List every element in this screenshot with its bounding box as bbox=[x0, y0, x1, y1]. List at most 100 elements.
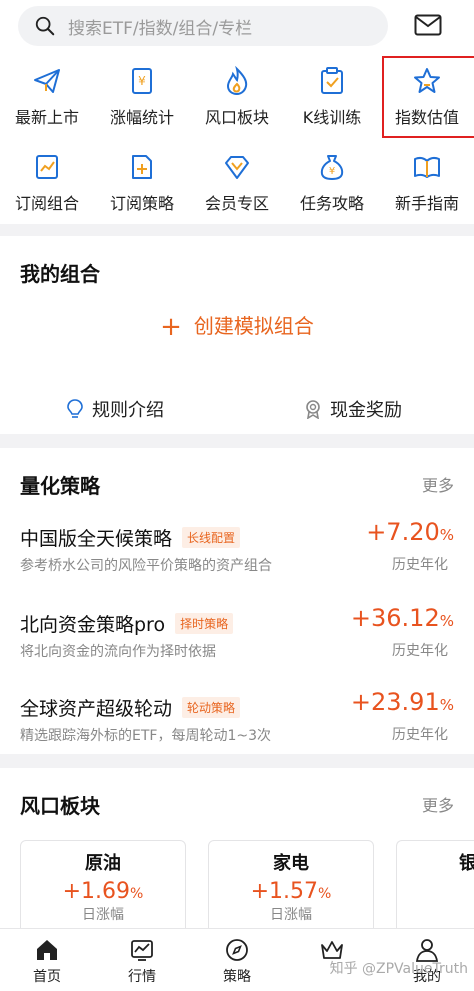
sector-change: +1.69% bbox=[21, 879, 185, 904]
compass-icon bbox=[226, 939, 248, 961]
watermark-text: 知乎 @ZPValueTruth bbox=[329, 961, 468, 977]
sector-card[interactable]: 银 bbox=[396, 840, 474, 940]
strategy-row[interactable]: 全球资产超级轮动 轮动策略 精选跟踪海外标的ETF，每周轮动1~3次 +23.91… bbox=[0, 688, 474, 774]
home-icon bbox=[37, 940, 57, 960]
strategy-name-text: 北向资金策略pro bbox=[20, 614, 166, 636]
strategy-name-text: 中国版全天候策略 bbox=[20, 528, 173, 550]
strategy-row[interactable]: 北向资金策略pro 择时策略 将北向资金的流向作为择时依据 +36.12% 历史年… bbox=[0, 604, 474, 690]
strategy-desc: 将北向资金的流向作为择时依据 bbox=[20, 644, 216, 660]
grid-item-label: K线训练 bbox=[302, 108, 362, 127]
strategy-return: +7.20% bbox=[366, 518, 454, 546]
grid-item-task-guide[interactable]: ¥ 任务攻略 bbox=[285, 138, 379, 222]
grid-item-label: 订阅组合 bbox=[14, 194, 79, 213]
percent-unit: % bbox=[439, 612, 454, 630]
sector-change: +1.57% bbox=[209, 879, 373, 904]
section-title: 量化策略 bbox=[20, 474, 100, 498]
search-input[interactable]: 搜索ETF/指数/组合/专栏 bbox=[18, 6, 388, 46]
grid-item-subscribe-portfolio[interactable]: 订阅组合 bbox=[0, 138, 94, 222]
grid-item-label: 任务攻略 bbox=[299, 194, 364, 213]
sector-card[interactable]: 家电 +1.57% 日涨幅 bbox=[208, 840, 374, 940]
cash-reward-link[interactable]: 现金奖励 bbox=[304, 396, 402, 422]
nav-market[interactable]: 行情 bbox=[95, 929, 189, 991]
sector-change-value: +1.69 bbox=[62, 879, 131, 904]
nav-label: 首页 bbox=[33, 969, 61, 985]
sectors-more-link[interactable]: 更多 bbox=[422, 792, 454, 816]
strategy-return-label: 历史年化 bbox=[392, 557, 448, 573]
strategy-tag: 长线配置 bbox=[182, 527, 241, 548]
star-icon bbox=[414, 68, 440, 93]
grid-item-index-valuation[interactable]: 指数估值 bbox=[380, 52, 474, 138]
section-title: 风口板块 bbox=[20, 794, 100, 818]
create-portfolio-label: 创建模拟组合 bbox=[193, 314, 314, 338]
grid-item-label: 指数估值 bbox=[394, 108, 459, 127]
strategy-return-value: +7.20 bbox=[366, 518, 440, 546]
strategy-return-value: +23.91 bbox=[350, 688, 440, 716]
grid-item-label: 风口板块 bbox=[204, 108, 269, 127]
sector-name: 家电 bbox=[273, 853, 309, 874]
grid-item-beginner-guide[interactable]: 新手指南 bbox=[380, 138, 474, 222]
grid-item-kline-training[interactable]: K线训练 bbox=[285, 52, 379, 136]
strategy-return-label: 历史年化 bbox=[392, 727, 448, 743]
strategy-name: 北向资金策略pro 择时策略 bbox=[20, 610, 234, 637]
sector-change-label: 日涨幅 bbox=[270, 907, 312, 923]
lightbulb-icon bbox=[67, 399, 83, 418]
nav-strategy[interactable]: 策略 bbox=[190, 929, 284, 991]
strategy-name: 全球资产超级轮动 轮动策略 bbox=[20, 694, 241, 721]
percent-unit: % bbox=[130, 886, 144, 902]
yen-document-icon: ¥ bbox=[132, 68, 152, 94]
paper-plane-icon bbox=[34, 69, 60, 93]
strategy-desc: 精选跟踪海外标的ETF，每周轮动1~3次 bbox=[20, 728, 271, 744]
nav-label: 行情 bbox=[128, 969, 156, 985]
search-placeholder: 搜索ETF/指数/组合/专栏 bbox=[68, 18, 253, 39]
medal-icon bbox=[306, 400, 320, 419]
diamond-icon bbox=[225, 156, 249, 179]
grid-item-gain-stats[interactable]: ¥ 涨幅统计 bbox=[95, 52, 189, 136]
nav-label: 策略 bbox=[223, 969, 251, 985]
check-document-icon bbox=[321, 67, 343, 94]
strategy-name: 中国版全天候策略 长线配置 bbox=[20, 524, 241, 551]
search-icon bbox=[35, 16, 55, 36]
section-title: 我的组合 bbox=[20, 262, 100, 286]
flame-icon bbox=[226, 66, 248, 96]
rules-label: 规则介绍 bbox=[92, 400, 164, 421]
quant-more-link[interactable]: 更多 bbox=[422, 472, 454, 496]
rules-link[interactable]: 规则介绍 bbox=[66, 396, 164, 422]
grid-item-new-listings[interactable]: 最新上市 bbox=[0, 52, 94, 136]
strategy-row[interactable]: 中国版全天候策略 长线配置 参考桥水公司的风险平价策略的资产组合 +7.20% 历… bbox=[0, 518, 474, 604]
grid-item-label: 订阅策略 bbox=[109, 194, 174, 213]
add-document-icon bbox=[132, 155, 152, 179]
percent-unit: % bbox=[439, 696, 454, 714]
open-book-icon bbox=[414, 156, 440, 178]
grid-item-label: 涨幅统计 bbox=[109, 108, 174, 127]
top-bar: 搜索ETF/指数/组合/专栏 bbox=[0, 0, 474, 52]
sector-change-label: 日涨幅 bbox=[82, 907, 124, 923]
sector-card[interactable]: 原油 +1.69% 日涨幅 bbox=[20, 840, 186, 940]
hot-sectors-section: 风口板块 更多 原油 +1.69% 日涨幅 家电 +1.57% 日涨幅 银 bbox=[0, 768, 474, 940]
mail-icon[interactable] bbox=[414, 14, 442, 36]
nav-home[interactable]: 首页 bbox=[0, 929, 94, 991]
grid-item-label: 最新上市 bbox=[14, 108, 79, 127]
plus-icon: + bbox=[160, 312, 182, 342]
strategy-tag: 择时策略 bbox=[175, 613, 234, 634]
quant-strategy-section: 量化策略 更多 中国版全天候策略 长线配置 参考桥水公司的风险平价策略的资产组合 … bbox=[0, 448, 474, 754]
grid-item-subscribe-strategy[interactable]: 订阅策略 bbox=[95, 138, 189, 222]
grid-item-label: 新手指南 bbox=[394, 194, 459, 213]
quick-entry-grid: 最新上市 ¥ 涨幅统计 风口板块 K线训练 指数估值 订阅组合 订阅策略 会员专… bbox=[0, 52, 474, 224]
create-portfolio-button[interactable]: + 创建模拟组合 bbox=[0, 310, 474, 342]
strategy-return-label: 历史年化 bbox=[392, 643, 448, 659]
my-portfolio-section: 我的组合 + 创建模拟组合 规则介绍 现金奖励 bbox=[0, 236, 474, 434]
market-chart-icon bbox=[131, 940, 153, 961]
sector-name: 原油 bbox=[85, 853, 121, 874]
svg-text:¥: ¥ bbox=[329, 166, 335, 177]
strategy-return-value: +36.12 bbox=[350, 604, 440, 632]
money-bag-icon: ¥ bbox=[320, 155, 344, 180]
percent-unit: % bbox=[439, 526, 454, 544]
sector-name: 银 bbox=[397, 849, 474, 875]
percent-unit: % bbox=[318, 886, 332, 902]
svg-text:¥: ¥ bbox=[138, 74, 146, 88]
grid-item-hot-sectors[interactable]: 风口板块 bbox=[190, 52, 284, 136]
strategy-tag: 轮动策略 bbox=[182, 697, 241, 718]
grid-item-member-zone[interactable]: 会员专区 bbox=[190, 138, 284, 222]
strategy-return: +36.12% bbox=[351, 604, 454, 632]
chart-document-icon bbox=[36, 155, 58, 179]
